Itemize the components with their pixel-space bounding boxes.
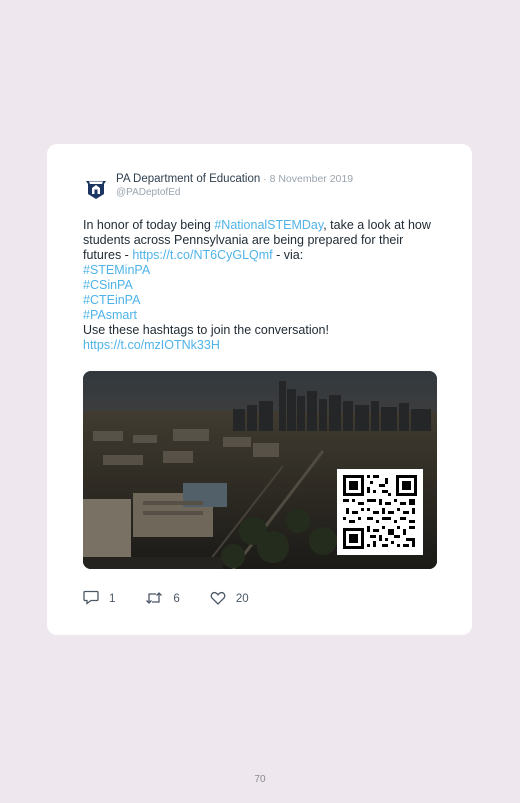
text-closing: Use these hashtags to join the conversat… (83, 323, 329, 337)
page-number: 70 (254, 774, 266, 785)
like-count: 20 (235, 593, 249, 605)
retweet-icon[interactable] (145, 591, 173, 608)
author-name[interactable]: PA Department of Education (116, 173, 260, 185)
link-1[interactable]: https://t.co/NT6CyGLQmf (132, 248, 272, 262)
tweet-card: PA Department of Education · 8 November … (47, 144, 472, 635)
link-2[interactable]: https://t.co/mzIOTNk33H (83, 338, 220, 352)
heart-icon[interactable] (210, 591, 236, 608)
hashtag-steminpa[interactable]: #STEMinPA (83, 263, 150, 277)
reply-count: 1 (109, 593, 116, 605)
hashtag-csinpa[interactable]: #CSinPA (83, 278, 133, 292)
retweet-action[interactable]: 6 (145, 591, 180, 608)
hashtag-national-stem-day[interactable]: #NationalSTEMDay (214, 218, 323, 232)
pa-keystone-logo-icon[interactable] (83, 175, 109, 201)
like-action[interactable]: 20 (210, 591, 249, 608)
hashtag-pasmart[interactable]: #PAsmart (83, 308, 137, 322)
tweet-author: PA Department of Education · 8 November … (116, 173, 353, 185)
qr-code[interactable] (337, 469, 423, 555)
retweet-count: 6 (173, 593, 180, 605)
text-via: - via: (272, 248, 304, 262)
text-intro: In honor of today being (83, 218, 215, 232)
tweet-text: In honor of today being #NationalSTEMDay… (83, 218, 443, 353)
tweet-actions: 1 6 20 (83, 590, 279, 608)
author-handle[interactable]: @PADeptofEd (116, 187, 180, 198)
hashtag-cteinpa[interactable]: #CTEinPA (83, 293, 140, 307)
reply-bubble-icon[interactable] (83, 590, 109, 608)
tweet-date[interactable]: · 8 November 2019 (260, 173, 353, 185)
tweet-media-image[interactable] (83, 371, 437, 569)
reply-action[interactable]: 1 (83, 590, 115, 608)
